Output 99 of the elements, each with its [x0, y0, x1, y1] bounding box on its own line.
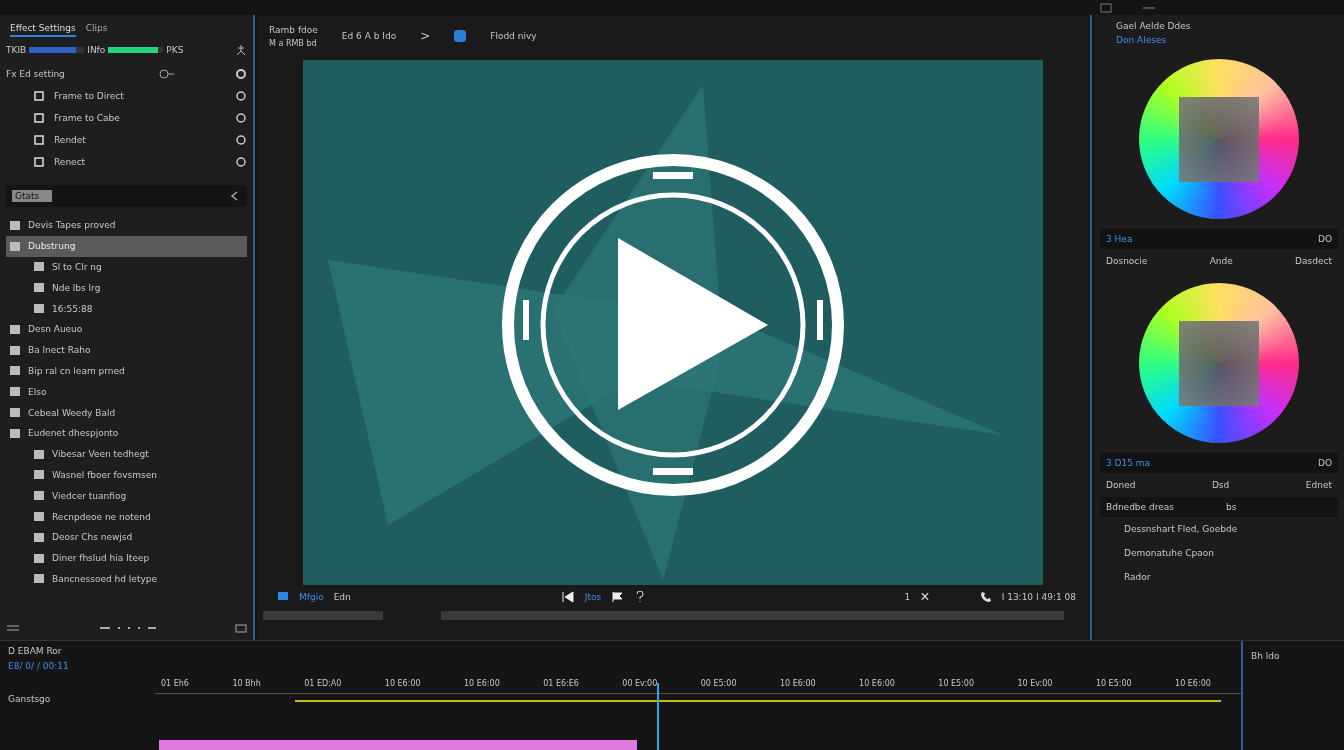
bin-item[interactable]: Eudenet dhespjonto: [6, 422, 247, 444]
clip-item[interactable]: Wasnel fboer fovsmsen: [6, 464, 247, 486]
section-title[interactable]: 3 Hea: [1106, 234, 1133, 244]
bin-item[interactable]: Devis Tapes proved: [6, 215, 247, 236]
column-label: Ednet: [1305, 480, 1332, 490]
ruler-label: 10 Bhh: [232, 679, 261, 690]
bin-item[interactable]: Bip ral cn leam prned: [6, 360, 247, 382]
ruler-label: 10 E6:00: [779, 679, 816, 690]
figure-icon[interactable]: [235, 44, 247, 56]
viewer-label[interactable]: Edn: [333, 592, 351, 602]
panel-tab[interactable]: Clips: [85, 21, 108, 37]
ruler-label: 10 Ev:00: [1017, 679, 1053, 690]
sequence-icon: [454, 30, 467, 42]
timeline-timecode: E8/ 0/ / 00:11: [8, 661, 70, 671]
ruler-label: 10 E6:00: [859, 679, 895, 690]
clip-item[interactable]: Sl to Clr ng: [6, 256, 247, 278]
column-label: Doned: [1106, 480, 1136, 490]
step-back-icon[interactable]: [560, 591, 575, 603]
effect-item[interactable]: Frame to Direct: [54, 91, 124, 101]
section-title[interactable]: 3 D15 ma: [1106, 458, 1151, 468]
circle-icon[interactable]: [235, 90, 247, 102]
column-label: Ande: [1209, 256, 1233, 266]
clip-item[interactable]: Bancnessoed hd letype: [6, 568, 247, 590]
ruler-label: 01 E6:E6: [543, 679, 579, 690]
scroll-bar[interactable]: [263, 611, 383, 620]
ruler-label: 10 E5:00: [938, 679, 975, 690]
section-label: DO: [1318, 458, 1332, 468]
ruler-label: 10 E6:00: [1175, 679, 1211, 690]
value-field[interactable]: bs: [1223, 501, 1258, 513]
close-button[interactable]: ×: [920, 588, 930, 606]
circle-icon[interactable]: [235, 68, 247, 80]
column-label: Dasdect: [1295, 256, 1332, 266]
field-label: Bdnedbe dreas: [1106, 502, 1174, 512]
clip-item[interactable]: Viedcer tuanfiog: [6, 485, 247, 507]
clip-item[interactable]: Deosr Chs newjsd: [6, 526, 247, 548]
ruler-label: 10 E6:00: [384, 679, 421, 690]
meter-label: PKS: [166, 45, 184, 55]
effect-icon: [34, 157, 44, 167]
ruler-label: 01 ED:A0: [304, 679, 342, 690]
clip-item[interactable]: Diner fhslud hia Iteep: [6, 547, 247, 569]
circle-icon[interactable]: [235, 134, 247, 146]
ruler-label: 10 E5:00: [1095, 679, 1132, 690]
section-title: Fx Ed setting: [6, 69, 65, 79]
link-icon[interactable]: [159, 68, 175, 80]
chevron-text[interactable]: >: [420, 29, 431, 43]
effect-icon: [34, 135, 44, 145]
grid-icon[interactable]: [1100, 2, 1112, 13]
panel-tab[interactable]: Effect Settings: [10, 21, 76, 37]
meter-label: TKIB: [6, 45, 27, 55]
viewer-label[interactable]: Mfgio: [299, 592, 324, 602]
clip-strip[interactable]: [159, 740, 637, 750]
ruler-label: 00 E5:00: [700, 679, 737, 690]
sequence-name[interactable]: Flodd nivy: [490, 31, 537, 41]
panel-label: Bh ldo: [1251, 651, 1280, 661]
list-icon[interactable]: [6, 624, 20, 632]
bin-item[interactable]: Elso: [6, 381, 247, 403]
effect-icon: [34, 91, 44, 101]
time-ruler[interactable]: 01 Eh6 10 Bhh 01 ED:A0 10 E6:00 10 E6:00 01 E6:E6 00 Ev:00 00 E5:00 10 E6:00 10 E6:00 10 E5:00 10 Ev:00 10 E5:00 10 E6:00: [155, 679, 1241, 694]
ruler-label: 01 Eh6: [161, 679, 189, 690]
property-item[interactable]: Demonatuhe Cpaon: [1100, 541, 1338, 565]
zoom-slider-icon[interactable]: [97, 624, 158, 632]
bin-item[interactable]: Desn Aueuo: [6, 319, 247, 340]
bin-item[interactable]: Cebeal Weedy Bald: [6, 402, 247, 423]
clip-item[interactable]: Nde lbs lrg: [6, 277, 247, 299]
panel-title: Gael Aelde Ddes: [1116, 21, 1192, 31]
track-label: Ganstsgo: [8, 694, 52, 704]
clip-item[interactable]: Recnpdeoe ne notend: [6, 506, 247, 527]
ruler-label: 00 Ev:00: [622, 679, 658, 690]
effect-item[interactable]: Rendet: [54, 135, 86, 145]
play-control[interactable]: Jtos: [584, 592, 602, 602]
clip-item[interactable]: Vibesar Veen tedhegt: [6, 443, 247, 465]
play-icon[interactable]: [502, 154, 844, 496]
search-field[interactable]: Gtats: [12, 190, 52, 202]
phone-icon: [979, 591, 992, 603]
viewer-title: Ramb fdoe: [269, 24, 318, 35]
effect-item[interactable]: Frame to Cabe: [54, 113, 120, 123]
clip-item[interactable]: 16:55:88: [6, 298, 247, 319]
section-label: DO: [1318, 234, 1332, 244]
circle-icon[interactable]: [235, 156, 247, 168]
ruler-label: 10 E6:00: [464, 679, 500, 690]
column-label: Dsd: [1211, 480, 1230, 490]
effect-icon: [34, 113, 44, 123]
timecode: I 13:10 I 49:1 08: [1001, 592, 1076, 602]
viewer-subtitle: M a RMB bd: [269, 38, 318, 48]
effect-item[interactable]: Renect: [54, 157, 86, 167]
marker-text: 1: [904, 592, 911, 602]
timeline-title: D EBAM Ror: [8, 646, 63, 656]
bin-item[interactable]: Ba lnect Raho: [6, 339, 247, 361]
circle-icon[interactable]: [235, 112, 247, 124]
scrubber-track[interactable]: [441, 611, 1064, 620]
breadcrumb[interactable]: Ed 6 A b Ido: [341, 31, 397, 41]
property-item[interactable]: Dessnshart Fled, Goebde: [1100, 517, 1338, 541]
panel-subtitle[interactable]: Don Aleses: [1116, 35, 1338, 45]
meter-label: INfo: [87, 45, 106, 55]
bin-item[interactable]: Dubstrung: [6, 235, 247, 257]
question-icon[interactable]: [635, 591, 646, 603]
column-label: Dosnocie: [1106, 256, 1148, 266]
property-item[interactable]: Rador: [1100, 565, 1338, 589]
folder-icon[interactable]: [235, 623, 247, 633]
